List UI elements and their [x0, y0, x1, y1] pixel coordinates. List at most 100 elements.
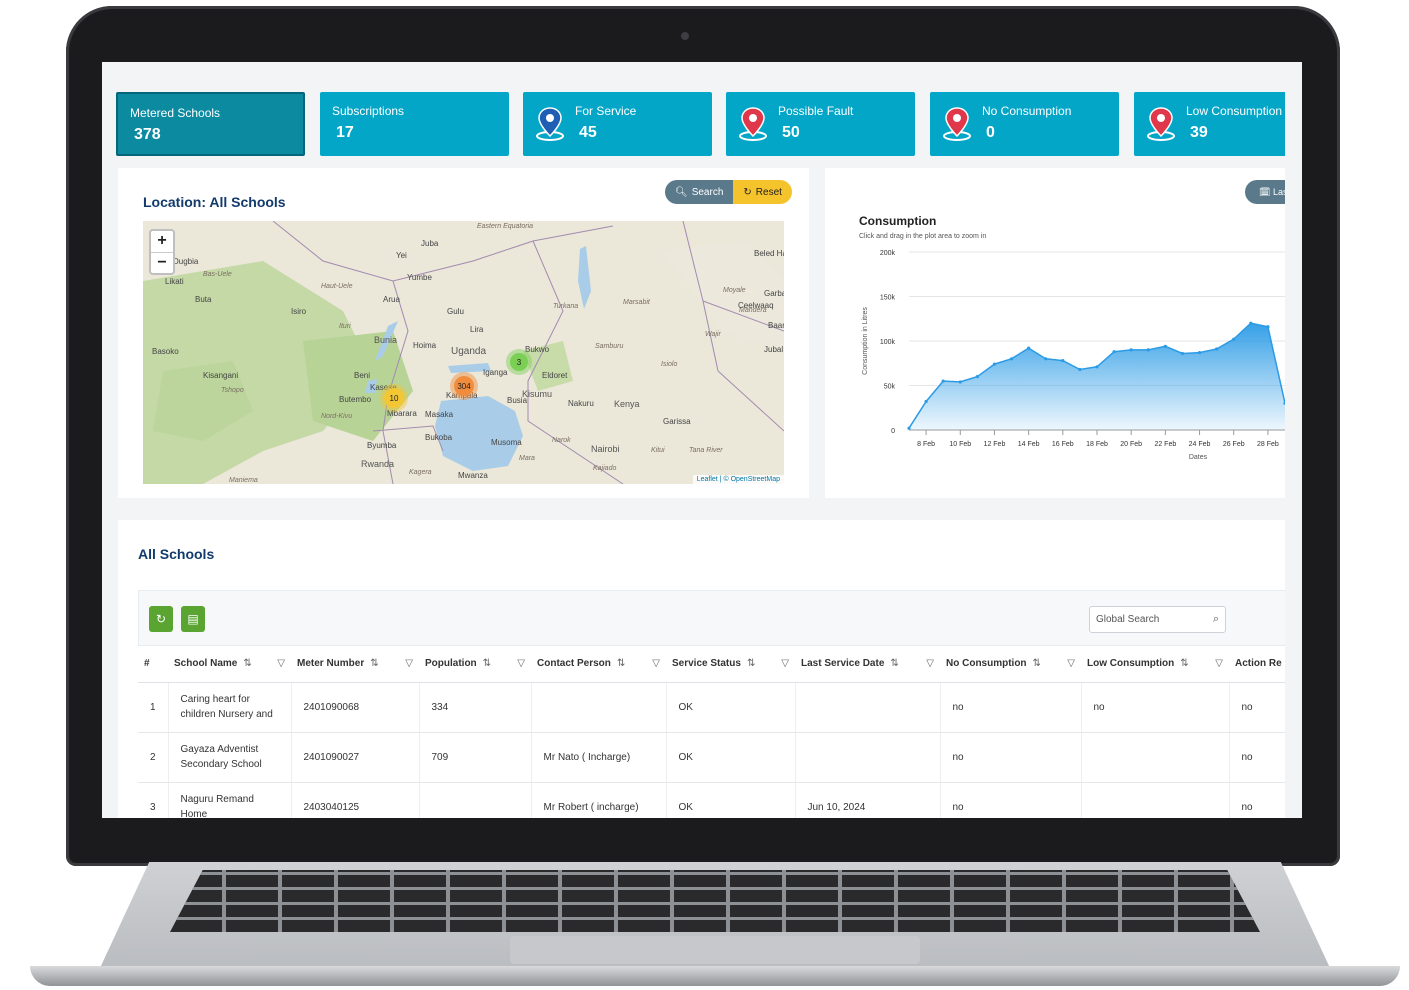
chart-x-tick-label: 8 Feb	[917, 441, 935, 448]
search-button[interactable]: 🔍︎ Search	[665, 180, 734, 204]
chart-panel: 🗓︎ Las Consumption Click and drag in the…	[825, 168, 1285, 498]
zoom-in-button[interactable]: +	[151, 231, 173, 252]
table-cell: Jun 10, 2024	[795, 782, 941, 818]
filter-icon[interactable]: ▽	[652, 658, 660, 669]
table-title: All Schools	[138, 546, 215, 562]
table-cell	[1081, 782, 1230, 818]
search-icon: ⌕	[1212, 613, 1219, 625]
table-toolbar: ↻ ▤ Global Search ⌕	[138, 590, 1285, 646]
column-header-action-required[interactable]: Action Re	[1229, 646, 1285, 683]
osm-attribution[interactable]: | © OpenStreetMap	[720, 476, 780, 483]
map-cluster-marker[interactable]: 10	[380, 384, 408, 412]
map-cluster-marker[interactable]: 304	[450, 372, 478, 400]
stat-card-subscriptions[interactable]: Subscriptions 17	[320, 92, 509, 156]
table-cell: Gayaza Adventist Secondary School	[168, 732, 292, 783]
stat-title: Subscriptions	[332, 104, 405, 118]
map-place-label: Nord-Kivu	[321, 413, 353, 420]
chart-data-point	[1163, 344, 1167, 348]
chart-data-point	[958, 380, 962, 384]
sort-icon[interactable]: ⇅	[890, 658, 898, 669]
map-place-label: Baar	[768, 321, 784, 330]
table-cell: no	[1229, 732, 1285, 783]
map-place-label: Bunia	[374, 335, 398, 345]
stat-value: 50	[782, 124, 800, 141]
map-cluster-marker[interactable]: 3	[506, 349, 532, 375]
map-place-label: Nairobi	[591, 444, 620, 454]
stat-card-possible-fault[interactable]: Possible Fault 50	[726, 92, 915, 156]
map-place-label: Byumba	[367, 441, 397, 450]
map[interactable]: Juba Uganda Kampala Kisumu Kenya Nairobi…	[143, 221, 784, 484]
stat-title: Low Consumption	[1186, 104, 1283, 118]
refresh-button[interactable]: ↻	[149, 606, 173, 632]
stat-title: Possible Fault	[778, 104, 854, 118]
filter-icon[interactable]: ▽	[1067, 658, 1075, 669]
chart-data-point	[1180, 351, 1185, 356]
stat-card-low-consumption[interactable]: Low Consumption 39	[1134, 92, 1285, 156]
map-place-label: Garissa	[663, 417, 691, 426]
chart-data-point	[1197, 350, 1202, 355]
map-panel: Location: All Schools 🔍︎ Search ↻ Reset	[118, 168, 809, 498]
global-search-input[interactable]: Global Search ⌕	[1089, 606, 1226, 633]
reset-button[interactable]: ↻ Reset	[733, 180, 792, 204]
sort-icon[interactable]: ⇅	[370, 658, 378, 669]
export-button[interactable]: ▤	[181, 606, 205, 632]
column-header-low-consumption[interactable]: Low Consumption ⇅ ▽	[1081, 646, 1229, 683]
column-header-last-service-date[interactable]: Last Service Date ⇅ ▽	[795, 646, 940, 683]
table-cell: no	[1081, 682, 1230, 733]
map-place-label: Kagera	[409, 469, 432, 476]
column-header-school-name[interactable]: School Name ⇅ ▽	[168, 646, 291, 683]
consumption-chart[interactable]: 0 50k 100k 150k 200k 8 Feb 10 Feb 12 Feb 14 Feb 1…	[825, 168, 1285, 498]
sort-icon[interactable]: ⇅	[1033, 658, 1041, 669]
map-place-label: Beled Ha	[754, 249, 784, 258]
sort-icon[interactable]: ⇅	[243, 658, 251, 669]
sort-icon[interactable]: ⇅	[617, 658, 625, 669]
map-place-label: Hoima	[413, 341, 437, 350]
filter-icon[interactable]: ▽	[277, 658, 285, 669]
table-row[interactable]: 2 Gayaza Adventist Secondary School 2401…	[138, 732, 1285, 783]
sort-icon[interactable]: ⇅	[483, 658, 491, 669]
stat-card-for-service[interactable]: For Service 45	[523, 92, 712, 156]
table-cell: no	[940, 682, 1082, 733]
map-place-label: Bas-Uele	[203, 271, 232, 278]
chart-data-point	[1044, 357, 1048, 361]
schools-table-panel: All Schools ↻ ▤ Global Search ⌕ # School…	[118, 520, 1285, 818]
table-row[interactable]: 3 Naguru Remand Home 2403040125 Mr Rober…	[138, 782, 1285, 818]
filter-icon[interactable]: ▽	[405, 658, 413, 669]
chart-x-tick-label: 20 Feb	[1120, 441, 1142, 448]
table-header-row: # School Name ⇅ ▽ Meter Number ⇅ ▽ Populatio…	[138, 646, 1285, 683]
map-place-label: Uganda	[451, 346, 487, 357]
table-cell: Naguru Remand Home	[168, 782, 292, 818]
filter-icon[interactable]: ▽	[926, 658, 934, 669]
column-header-no-consumption[interactable]: No Consumption ⇅ ▽	[940, 646, 1081, 683]
sort-icon[interactable]: ⇅	[747, 658, 755, 669]
column-header-population[interactable]: Population ⇅ ▽	[419, 646, 531, 683]
stat-value: 378	[134, 126, 161, 143]
column-header-service-status[interactable]: Service Status ⇅ ▽	[666, 646, 795, 683]
map-place-label: Nakuru	[568, 399, 594, 408]
filter-icon[interactable]: ▽	[1215, 658, 1223, 669]
leaflet-link[interactable]: Leaflet	[697, 476, 718, 483]
map-attribution: Leaflet | © OpenStreetMap	[692, 475, 784, 484]
filter-icon[interactable]: ▽	[517, 658, 525, 669]
column-header-contact-person[interactable]: Contact Person ⇅ ▽	[531, 646, 666, 683]
map-place-label: Jubal	[764, 345, 784, 354]
table-row[interactable]: 1 Caring heart for children Nursery and …	[138, 682, 1285, 733]
map-cluster-count: 3	[510, 353, 528, 371]
stat-title: No Consumption	[982, 104, 1072, 118]
chart-x-tick-label: 10 Feb	[949, 441, 971, 448]
map-place-label: Garba	[764, 289, 784, 298]
filter-icon[interactable]: ▽	[781, 658, 789, 669]
stat-card-metered-schools[interactable]: Metered Schools 378	[116, 92, 305, 156]
zoom-out-button[interactable]: −	[151, 252, 173, 273]
sort-icon[interactable]: ⇅	[1180, 658, 1188, 669]
column-header-meter-number[interactable]: Meter Number ⇅ ▽	[291, 646, 419, 683]
map-place-label: Lira	[470, 325, 484, 334]
table-cell	[419, 782, 532, 818]
map-pin-red-icon	[943, 107, 971, 141]
map-place-label: Narok	[552, 437, 571, 444]
map-place-label: Tshopo	[221, 387, 244, 394]
table-cell: 3	[138, 782, 169, 818]
stat-value: 0	[986, 124, 995, 141]
map-place-label: Ceelwaaq	[738, 301, 774, 310]
stat-card-no-consumption[interactable]: No Consumption 0	[930, 92, 1119, 156]
